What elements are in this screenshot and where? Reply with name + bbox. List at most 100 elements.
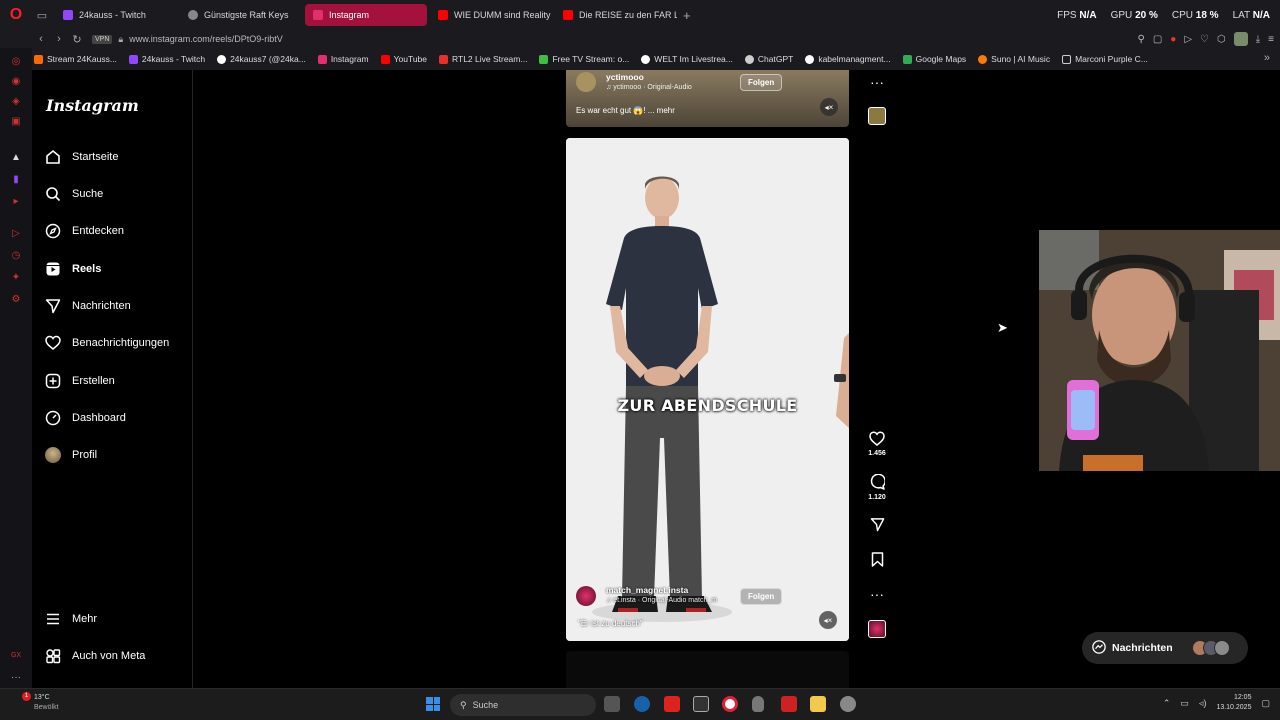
twitch-icon[interactable]: ▮ bbox=[9, 172, 23, 186]
heart-icon[interactable]: ♡ bbox=[1200, 34, 1209, 45]
opera-logo-icon[interactable]: O bbox=[0, 0, 32, 30]
notifications-icon[interactable]: ▢ bbox=[1261, 698, 1270, 709]
snapshot-icon[interactable]: ▢ bbox=[1153, 34, 1162, 45]
tab-youtube-reality[interactable]: WIE DUMM sind Reality S bbox=[430, 4, 552, 26]
aria-icon[interactable]: ◎ bbox=[9, 54, 23, 68]
nav-profil[interactable]: Profil bbox=[44, 442, 97, 468]
reel-username[interactable]: yctimooo bbox=[606, 72, 644, 82]
bookmark-item[interactable]: YouTube bbox=[380, 54, 427, 64]
reel-username[interactable]: match_magnet.insta bbox=[606, 585, 688, 595]
follow-button[interactable]: Folgen bbox=[740, 588, 783, 605]
user-avatar[interactable] bbox=[576, 586, 596, 606]
tab-youtube-reise[interactable]: Die REISE zu den FAR LA bbox=[555, 4, 677, 26]
obs-icon[interactable] bbox=[693, 696, 709, 712]
new-tab-button[interactable]: + bbox=[683, 8, 691, 23]
reel-previous-more-icon[interactable]: ··· bbox=[866, 74, 888, 90]
vpn-badge[interactable]: VPN bbox=[92, 34, 113, 44]
opera-gx-icon[interactable] bbox=[722, 696, 738, 712]
nav-suche[interactable]: Suche bbox=[44, 181, 103, 207]
tab-overview-icon[interactable]: ▭ bbox=[32, 0, 52, 30]
mute-icon[interactable]: ◂× bbox=[819, 611, 837, 629]
app-icon[interactable] bbox=[781, 696, 797, 712]
tab-instagram[interactable]: Instagram bbox=[305, 4, 427, 26]
bookmark-item[interactable]: WELT Im Livestrea... bbox=[641, 54, 733, 64]
volume-icon[interactable]: ◃) bbox=[1199, 698, 1207, 709]
nav-startseite[interactable]: Startseite bbox=[44, 144, 118, 170]
nav-benachrichtigungen[interactable]: Benachrichtigungen bbox=[44, 330, 169, 356]
lock-icon[interactable]: 🔒︎ bbox=[118, 34, 123, 45]
bookmarks-more-icon[interactable]: » bbox=[1264, 52, 1270, 64]
bookmark-item[interactable]: ChatGPT bbox=[744, 54, 793, 64]
speed-dial-icon[interactable]: ◉ bbox=[9, 74, 23, 88]
bookmark-item[interactable]: Marconi Purple C... bbox=[1062, 54, 1148, 64]
arrow-up-icon[interactable]: ▲ bbox=[9, 150, 23, 164]
reel-video[interactable] bbox=[566, 138, 849, 641]
bookmark-item[interactable]: Google Maps bbox=[902, 54, 966, 64]
play-icon[interactable]: ▷ bbox=[1184, 34, 1192, 45]
tab-twitch[interactable]: 24kauss - Twitch bbox=[55, 4, 177, 26]
messages-pill[interactable]: Nachrichten bbox=[1082, 632, 1248, 664]
reel-audio[interactable]: ♫ yctimooo · Original-Audio bbox=[606, 84, 692, 91]
history-icon[interactable]: ◷ bbox=[9, 248, 23, 262]
nav-nachrichten[interactable]: Nachrichten bbox=[44, 293, 131, 319]
settings-icon[interactable] bbox=[840, 696, 856, 712]
reel-caption[interactable]: "Er ist zu deutsch" bbox=[578, 619, 643, 628]
youtube-icon[interactable]: ▸ bbox=[9, 194, 23, 208]
reel-caption[interactable]: Es war echt gut 😱! ... mehr bbox=[576, 106, 675, 115]
like-button[interactable]: 1.456 bbox=[866, 431, 888, 457]
task-view-icon[interactable] bbox=[604, 696, 620, 712]
steam-icon[interactable] bbox=[634, 696, 650, 712]
audio-thumbnail[interactable] bbox=[868, 620, 886, 638]
bookmark-item[interactable]: Suno | AI Music bbox=[978, 54, 1050, 64]
weather-widget[interactable]: 1 13°C Bewölkt bbox=[12, 692, 59, 713]
pin-icon[interactable]: ⚲ bbox=[1138, 34, 1145, 45]
bookmark-item[interactable]: 24kauss - Twitch bbox=[128, 54, 205, 64]
bookmark-item[interactable]: Stream 24Kauss... bbox=[34, 54, 117, 64]
instagram-logo[interactable]: Instagram bbox=[46, 96, 139, 115]
menu-icon[interactable]: ≡ bbox=[1268, 34, 1274, 45]
download-icon[interactable]: ⤓ bbox=[1256, 34, 1260, 45]
comment-button[interactable]: 1.120 bbox=[866, 473, 888, 501]
reload-icon[interactable]: ↻ bbox=[68, 33, 86, 46]
nav-dashboard[interactable]: Dashboard bbox=[44, 405, 126, 431]
app-icon[interactable] bbox=[664, 696, 680, 712]
bookmark-item[interactable]: Instagram bbox=[317, 54, 369, 64]
tab-raft-keys[interactable]: Günstigste Raft Keys bbox=[180, 4, 302, 26]
audio-thumbnail[interactable] bbox=[868, 107, 886, 125]
nav-mehr[interactable]: Mehr bbox=[44, 606, 97, 632]
bookmark-item[interactable]: RTL2 Live Stream... bbox=[439, 54, 527, 64]
follow-button[interactable]: Folgen bbox=[740, 74, 783, 91]
file-explorer-icon[interactable] bbox=[810, 696, 826, 712]
url-field[interactable]: www.instagram.com/reels/DPtO9-ribtV bbox=[129, 34, 283, 44]
nav-reels[interactable]: Reels bbox=[44, 256, 101, 282]
windows-start-icon[interactable] bbox=[426, 697, 440, 711]
nav-erstellen[interactable]: Erstellen bbox=[44, 368, 115, 394]
chevron-up-icon[interactable]: ⌃ bbox=[1163, 698, 1171, 709]
player-icon[interactable]: ▷ bbox=[9, 226, 23, 240]
bookmark-item[interactable]: kabelmanagment... bbox=[805, 54, 891, 64]
save-button[interactable] bbox=[866, 552, 888, 570]
gx-icon[interactable]: GX bbox=[9, 648, 23, 662]
bookmark-item[interactable]: Free TV Stream: o... bbox=[539, 54, 629, 64]
reel-current[interactable]: match_magnet.insta ♫ et.insta · Original… bbox=[566, 138, 849, 641]
extensions-icon[interactable]: ⬡ bbox=[1217, 34, 1226, 45]
reel-previous[interactable]: yctimooo ♫ yctimooo · Original-Audio Fol… bbox=[566, 70, 849, 127]
news-icon[interactable]: ▣ bbox=[9, 114, 23, 128]
reel-audio[interactable]: ♫ et.insta · Original-Audio match_m bbox=[606, 597, 717, 604]
mute-icon[interactable]: ◂× bbox=[820, 98, 838, 116]
taskbar-search[interactable]: ⚲ Suche bbox=[450, 694, 596, 716]
share-button[interactable] bbox=[866, 517, 888, 535]
more-options-icon[interactable]: ··· bbox=[866, 586, 888, 602]
settings-icon[interactable]: ⚙ bbox=[9, 292, 23, 306]
nav-auch-von-meta[interactable]: Auch von Meta bbox=[44, 643, 145, 669]
record-icon[interactable]: ● bbox=[1170, 34, 1176, 45]
forward-icon[interactable]: › bbox=[50, 33, 68, 45]
extensions-icon[interactable]: ✦ bbox=[9, 270, 23, 284]
profile-avatar[interactable] bbox=[1233, 32, 1248, 46]
bookmark-item[interactable]: 24kauss7 (@24ka... bbox=[217, 54, 306, 64]
nav-entdecken[interactable]: Entdecken bbox=[44, 218, 124, 244]
gaming-icon[interactable]: ◈ bbox=[9, 94, 23, 108]
user-avatar[interactable] bbox=[576, 72, 596, 92]
back-icon[interactable]: ‹ bbox=[32, 33, 50, 45]
network-icon[interactable]: ▭ bbox=[1180, 698, 1189, 709]
